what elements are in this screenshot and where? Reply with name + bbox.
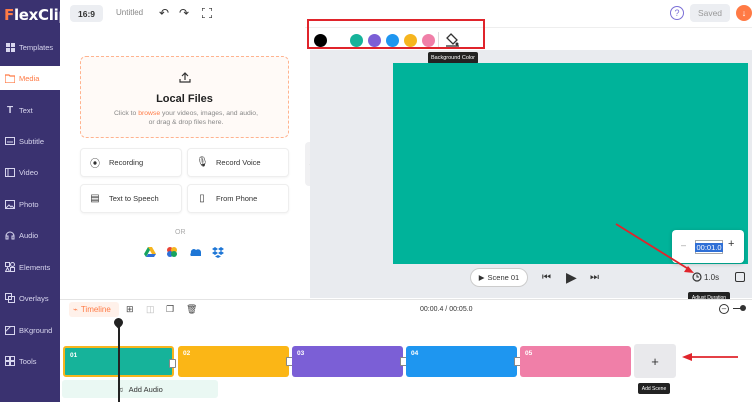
add-clip-icon[interactable]: ⊞ [126, 304, 134, 315]
scene-selector[interactable]: ▶ Scene 01 [470, 268, 528, 287]
timeline-time: 00:00.4 / 00:05.0 [420, 306, 473, 313]
speech-bubble-icon: ▤ [90, 193, 100, 204]
elements-icon [5, 262, 15, 272]
microphone-icon: 🎙 [196, 157, 209, 168]
duplicate-icon[interactable]: ❐ [166, 304, 174, 315]
audio-icon [5, 230, 15, 240]
expand-preview-icon[interactable] [735, 272, 745, 282]
photo-icon [5, 199, 15, 209]
browse-link[interactable]: browse [138, 110, 160, 117]
play-icon[interactable]: ▶ [566, 269, 577, 286]
dropbox-icon[interactable] [212, 246, 224, 258]
sidebar-item-text[interactable]: T Text [0, 98, 60, 122]
google-drive-icon[interactable] [144, 246, 156, 258]
recording-button[interactable]: ⦿ Recording [80, 148, 182, 177]
sidebar-item-templates[interactable]: Templates [0, 35, 60, 59]
sidebar-item-video[interactable]: Video [0, 160, 60, 184]
phone-icon: ▯ [199, 193, 205, 204]
add-scene-button[interactable]: + [634, 344, 676, 378]
project-title[interactable]: Untitled [116, 8, 143, 17]
record-voice-button[interactable]: 🎙 Record Voice [187, 148, 289, 177]
tools-icon [5, 356, 15, 366]
saved-status: Saved [690, 4, 730, 22]
sidebar-item-tools[interactable]: Tools [0, 349, 60, 373]
scene-clip-03[interactable]: 03 [292, 346, 407, 377]
record-screen-icon: ⦿ [90, 159, 100, 170]
sidebar-item-media[interactable]: Media [0, 66, 60, 90]
redo-icon[interactable]: ↷ [177, 6, 191, 20]
onedrive-icon[interactable] [189, 246, 201, 258]
increase-duration-button[interactable]: + [728, 238, 734, 250]
sidebar-item-photo[interactable]: Photo [0, 192, 60, 216]
play-circle-icon: ▶ [478, 273, 485, 282]
zoom-out-icon[interactable]: – [719, 304, 729, 314]
or-divider: OR [175, 229, 186, 236]
sidebar-item-subtitle[interactable]: Subtitle [0, 129, 60, 153]
app-logo[interactable]: FlexClip [4, 6, 69, 24]
export-avatar-button[interactable]: ↓ [736, 5, 752, 21]
timeline-toggle[interactable]: ⌁ Timeline [69, 302, 119, 317]
split-icon[interactable]: ◫ [146, 304, 155, 315]
playhead-line[interactable] [118, 322, 120, 402]
google-photos-icon[interactable] [166, 246, 178, 258]
scene-clip-04[interactable]: 04 [406, 346, 521, 377]
annotation-arrow-add-scene [682, 353, 738, 361]
skip-forward-icon[interactable]: ⏭ [590, 272, 599, 283]
overlays-icon [5, 293, 15, 303]
sidebar-item-audio[interactable]: Audio [0, 223, 60, 247]
text-to-speech-button[interactable]: ▤ Text to Speech [80, 184, 182, 213]
sidebar-item-overlays[interactable]: Overlays [0, 286, 60, 310]
text-icon: T [6, 104, 14, 116]
aspect-ratio-button[interactable]: 16:9 [70, 5, 103, 22]
from-phone-button[interactable]: ▯ From Phone [187, 184, 289, 213]
undo-icon[interactable]: ↶ [157, 6, 171, 20]
help-icon[interactable]: ? [670, 6, 684, 20]
background-icon [5, 325, 15, 335]
local-files-title: Local Files [156, 93, 213, 105]
folder-icon [5, 73, 15, 83]
scene-clip-05[interactable]: 05 [520, 346, 631, 377]
timeline-toolbar [60, 299, 752, 319]
sidebar-item-bkground[interactable]: BKground [0, 318, 60, 342]
delete-icon[interactable]: 🗑 [186, 304, 197, 315]
zoom-slider-thumb[interactable] [740, 305, 746, 311]
fullscreen-icon[interactable] [200, 6, 214, 20]
local-files-dropzone[interactable]: Local Files Click to browse your videos,… [80, 56, 289, 138]
skip-back-icon[interactable]: ⏮ [542, 272, 551, 283]
annotation-arrow-duration [615, 223, 694, 273]
add-scene-tooltip: Add Scene [638, 383, 670, 394]
local-files-hint: Click to browse your videos, images, and… [114, 110, 258, 126]
sidebar-item-elements[interactable]: Elements [0, 255, 60, 279]
add-audio-button[interactable]: ♫ Add Audio [62, 380, 218, 398]
annotation-highlight-box [307, 19, 485, 49]
scene-clip-02[interactable]: 02 [178, 346, 293, 377]
grid-icon [5, 42, 15, 52]
clip-resize-handle[interactable] [169, 359, 176, 368]
video-icon [5, 167, 15, 177]
upload-icon [81, 71, 288, 86]
subtitle-icon [5, 136, 15, 146]
timeline-icon: ⌁ [73, 305, 78, 314]
